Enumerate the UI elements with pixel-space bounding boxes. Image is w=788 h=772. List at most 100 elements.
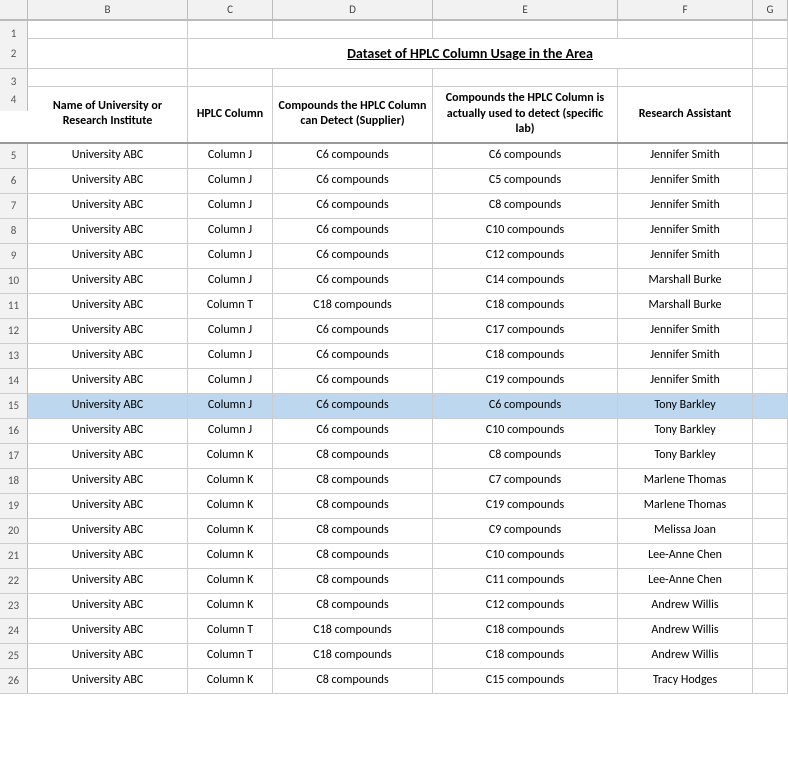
university-cell: University ABC [28,194,188,218]
assistant-cell: Jennifer Smith [618,194,753,218]
hplc-column-cell: Column K [188,519,273,543]
row-number: 11 [0,294,28,318]
actually-detect-cell: C6 compounds [433,144,618,168]
col-letter-d: D [273,0,433,20]
university-cell: University ABC [28,344,188,368]
university-cell: University ABC [28,219,188,243]
empty-cell [753,269,788,293]
assistant-cell: Jennifer Smith [618,369,753,393]
header-university: Name of University or Research Institute [28,87,188,142]
hplc-column-cell: Column J [188,319,273,343]
hplc-column-cell: Column K [188,444,273,468]
empty-cell [753,594,788,618]
table-row: 20 University ABC Column K C8 compounds … [0,519,788,544]
row-number: 24 [0,619,28,643]
header-actually-detect: Compounds the HPLC Column is actually us… [433,87,618,142]
hplc-column-cell: Column K [188,594,273,618]
row-number: 17 [0,444,28,468]
column-header-row: B C D E F G [0,0,788,21]
col-letter-a [0,0,28,20]
can-detect-cell: C6 compounds [273,319,433,343]
can-detect-cell: C6 compounds [273,369,433,393]
university-cell: University ABC [28,469,188,493]
row-3: 3 [0,69,788,87]
university-cell: University ABC [28,619,188,643]
col-letter-g: G [753,0,788,20]
can-detect-cell: C8 compounds [273,519,433,543]
empty-cell [753,569,788,593]
hplc-column-cell: Column T [188,294,273,318]
actually-detect-cell: C17 compounds [433,319,618,343]
assistant-cell: Marlene Thomas [618,469,753,493]
hplc-column-cell: Column J [188,219,273,243]
can-detect-cell: C6 compounds [273,344,433,368]
col-letter-e: E [433,0,618,20]
title-row: 2 Dataset of HPLC Column Usage in the Ar… [0,39,788,69]
empty-cell [753,494,788,518]
assistant-cell: Andrew Willis [618,594,753,618]
assistant-cell: Jennifer Smith [618,244,753,268]
can-detect-cell: C8 compounds [273,544,433,568]
row-number: 19 [0,494,28,518]
actually-detect-cell: C11 compounds [433,569,618,593]
university-cell: University ABC [28,244,188,268]
can-detect-cell: C18 compounds [273,619,433,643]
header-hplc-column: HPLC Column [188,87,273,142]
hplc-column-cell: Column K [188,669,273,693]
empty-cell [753,619,788,643]
col-letter-c: C [188,0,273,20]
actually-detect-cell: C5 compounds [433,169,618,193]
university-cell: University ABC [28,669,188,693]
empty-cell [753,369,788,393]
row-number: 10 [0,269,28,293]
can-detect-cell: C18 compounds [273,644,433,668]
assistant-cell: Jennifer Smith [618,169,753,193]
hplc-column-cell: Column J [188,169,273,193]
row-number: 25 [0,644,28,668]
empty-cell [753,544,788,568]
table-row: 16 University ABC Column J C6 compounds … [0,419,788,444]
table-row: 26 University ABC Column K C8 compounds … [0,669,788,694]
actually-detect-cell: C6 compounds [433,394,618,418]
empty-cell [753,644,788,668]
assistant-cell: Jennifer Smith [618,344,753,368]
university-cell: University ABC [28,169,188,193]
assistant-cell: Marshall Burke [618,269,753,293]
university-cell: University ABC [28,444,188,468]
empty-cell [753,344,788,368]
actually-detect-cell: C12 compounds [433,244,618,268]
table-row: 14 University ABC Column J C6 compounds … [0,369,788,394]
table-row: 13 University ABC Column J C6 compounds … [0,344,788,369]
table-row: 6 University ABC Column J C6 compounds C… [0,169,788,194]
empty-cell [753,669,788,693]
hplc-column-cell: Column T [188,619,273,643]
table-row: 11 University ABC Column T C18 compounds… [0,294,788,319]
row-number: 21 [0,544,28,568]
row-number: 16 [0,419,28,443]
hplc-column-cell: Column K [188,544,273,568]
table-row: 17 University ABC Column K C8 compounds … [0,444,788,469]
assistant-cell: Tony Barkley [618,444,753,468]
empty-cell [753,194,788,218]
actually-detect-cell: C18 compounds [433,344,618,368]
row-1: 1 [0,21,788,39]
assistant-cell: Andrew Willis [618,619,753,643]
empty-cell [753,294,788,318]
can-detect-cell: C6 compounds [273,269,433,293]
table-row: 7 University ABC Column J C6 compounds C… [0,194,788,219]
hplc-column-cell: Column J [188,344,273,368]
empty-cell [753,244,788,268]
university-cell: University ABC [28,544,188,568]
can-detect-cell: C6 compounds [273,419,433,443]
row-number: 12 [0,319,28,343]
empty-cell [753,319,788,343]
actually-detect-cell: C8 compounds [433,194,618,218]
actually-detect-cell: C18 compounds [433,294,618,318]
row-number: 13 [0,344,28,368]
assistant-cell: Lee-Anne Chen [618,544,753,568]
column-headers-row: 4 Name of University or Research Institu… [0,87,788,144]
spreadsheet-title: Dataset of HPLC Column Usage in the Area [188,39,753,68]
can-detect-cell: C6 compounds [273,244,433,268]
hplc-column-cell: Column J [188,419,273,443]
row-number: 26 [0,669,28,693]
